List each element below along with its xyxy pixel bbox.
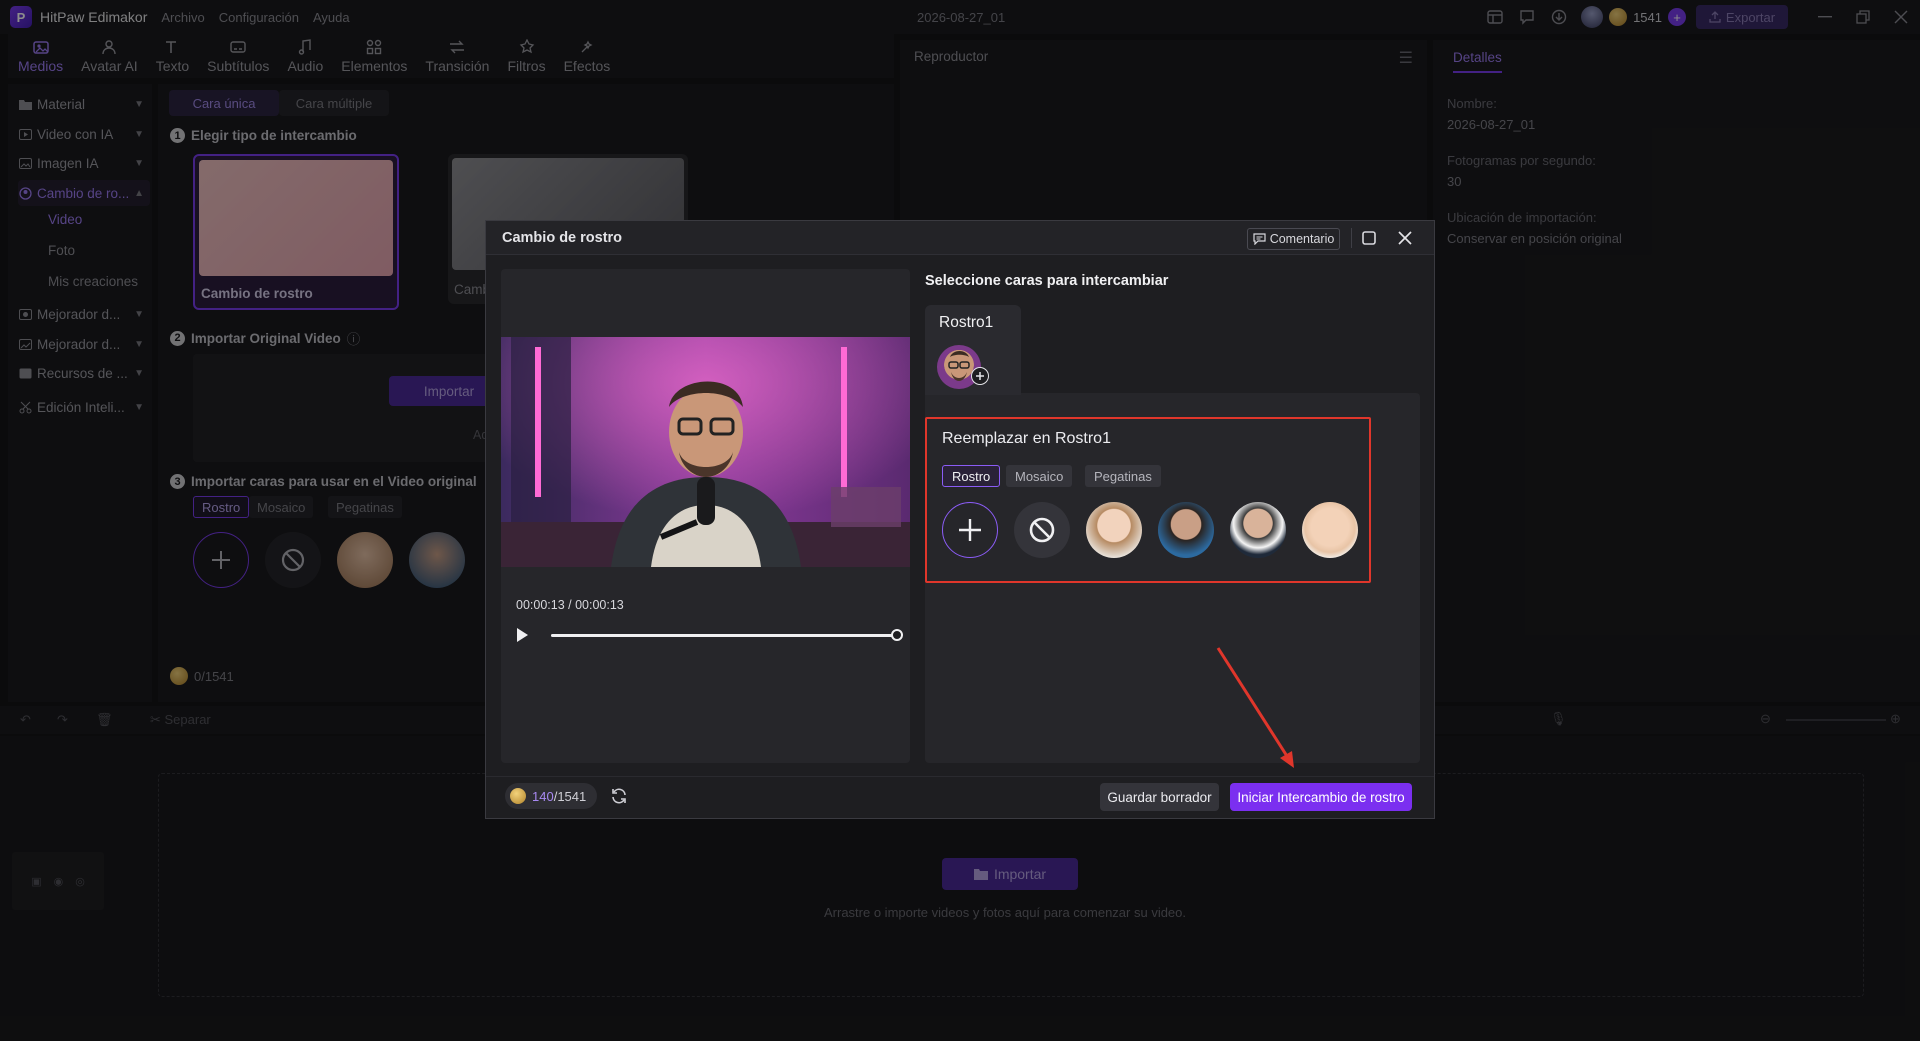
comment-icon	[1253, 233, 1266, 245]
comment-button[interactable]: Comentario	[1247, 228, 1340, 250]
credits-used: 140	[532, 788, 554, 804]
credits-pill: 140/1541	[505, 783, 597, 809]
refresh-icon[interactable]	[610, 787, 628, 805]
time-total: 00:00:13	[575, 598, 624, 612]
header-divider	[1351, 228, 1352, 248]
replacement-face-woman-2[interactable]	[1158, 502, 1214, 558]
replacement-face-woman-1[interactable]	[1086, 502, 1142, 558]
video-progress-track[interactable]	[551, 634, 897, 637]
coin-icon	[510, 788, 526, 804]
maximize-icon[interactable]	[1361, 230, 1377, 246]
play-button[interactable]	[515, 627, 529, 643]
replacement-face-baby[interactable]	[1302, 502, 1358, 558]
dialog-title: Cambio de rostro	[502, 230, 623, 246]
replace-title: Reemplazar en Rostro1	[942, 430, 1111, 447]
face-tab-label: Rostro1	[939, 314, 994, 331]
time-separator: /	[564, 598, 576, 612]
mode-rostro[interactable]: Rostro	[942, 465, 1001, 487]
plus-icon	[959, 519, 981, 541]
video-progress-handle[interactable]	[891, 629, 903, 641]
close-icon[interactable]	[1397, 230, 1413, 246]
video-time: 00:00:13 / 00:00:13	[516, 598, 624, 612]
add-replacement-face-button[interactable]	[942, 502, 998, 558]
comment-label: Comentario	[1269, 232, 1335, 246]
mode-mosaico[interactable]: Mosaico	[1006, 465, 1073, 487]
ban-icon	[1029, 517, 1055, 543]
no-replacement-button[interactable]	[1014, 502, 1070, 558]
save-draft-button[interactable]: Guardar borrador	[1100, 783, 1219, 811]
replacement-face-man[interactable]	[1230, 502, 1286, 558]
video-frame[interactable]	[501, 337, 910, 567]
annotation-arrow-icon	[1216, 647, 1294, 768]
face-tab-rostro1[interactable]: Rostro1	[925, 305, 1021, 395]
start-face-swap-button[interactable]: Iniciar Intercambio de rostro	[1230, 783, 1412, 811]
time-current: 00:00:13	[516, 598, 565, 612]
mode-pegatinas[interactable]: Pegatinas	[1085, 465, 1161, 487]
credits-total: /1541	[553, 788, 587, 804]
video-progress-fill	[551, 634, 897, 637]
select-faces-title: Seleccione caras para intercambiar	[925, 273, 1169, 289]
add-face-icon[interactable]	[971, 367, 989, 385]
video-thumbnail	[501, 337, 910, 567]
